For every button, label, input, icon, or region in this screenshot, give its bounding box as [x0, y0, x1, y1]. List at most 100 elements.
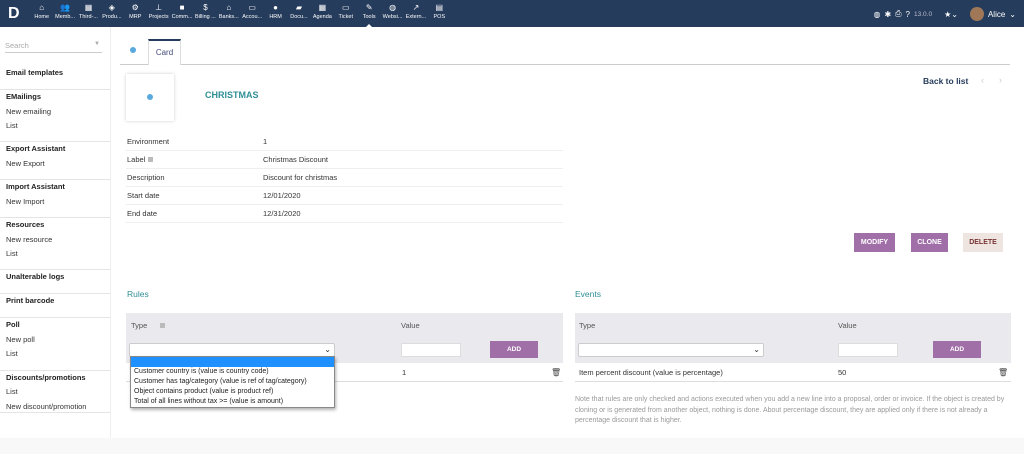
menu-item-label: Ticket — [338, 14, 353, 20]
field-label: Description — [127, 169, 165, 186]
tab-card[interactable]: Card — [148, 39, 181, 65]
trash-icon[interactable]: 🗑 — [998, 363, 1008, 382]
modify-button[interactable]: MODIFY — [854, 233, 895, 252]
next-icon[interactable]: › — [999, 75, 1002, 85]
sidebar-item-import-assistant[interactable]: Import Assistant — [6, 182, 65, 191]
event-value-input[interactable] — [838, 343, 898, 357]
main-menu: ⌂ Home 👥 Memb... ▦ Third-... ◈ Produ... ⚙ MRP ⊥ Pro… — [30, 0, 451, 27]
dropdown-option[interactable]: Object contains product (value is produc… — [131, 387, 334, 397]
caret-down-icon: ▼ — [94, 41, 100, 47]
menu-item-accou[interactable]: ▭ Accou... — [241, 0, 264, 27]
avatar[interactable] — [969, 7, 984, 21]
events-table: Type Value ⌄ ADD Item percent discount (… — [575, 313, 1011, 382]
sidebar-item-emailings[interactable]: EMailings — [6, 92, 41, 101]
sidebar-divider — [0, 269, 110, 270]
search-placeholder: Search — [5, 41, 29, 50]
rules-title: Rules — [127, 289, 149, 299]
menu-item-mrp[interactable]: ⚙ MRP — [124, 0, 147, 27]
sidebar-item-list[interactable]: List — [6, 349, 18, 358]
sidebar-item-new-emailing[interactable]: New emailing — [6, 107, 51, 116]
add-rule-button[interactable]: ADD — [490, 341, 538, 358]
rule-type-dropdown[interactable]: Customer country is (value is country co… — [130, 356, 335, 408]
menu-item-label: Third-... — [79, 14, 98, 20]
sidebar-item-new-import[interactable]: New Import — [6, 197, 44, 206]
rule-type-select[interactable]: ⌄ — [129, 343, 335, 357]
dropdown-option[interactable]: Total of all lines without tax >= (value… — [131, 397, 334, 407]
sidebar-item-new-resource[interactable]: New resource — [6, 235, 52, 244]
sidebar-divider — [0, 293, 110, 294]
menu-item-produ[interactable]: ◈ Produ... — [100, 0, 123, 27]
docu-icon: ▰ — [295, 3, 303, 12]
menu-item-ticket[interactable]: ▭ Ticket — [334, 0, 357, 27]
add-event-button[interactable]: ADD — [933, 341, 981, 358]
mrp-icon: ⚙ — [131, 3, 139, 12]
sidebar-item-new-export[interactable]: New Export — [6, 159, 45, 168]
menu-item-comm[interactable]: ■ Comm... — [170, 0, 193, 27]
menu-item-billing[interactable]: $ Billing ... — [194, 0, 217, 27]
agenda-icon: ▦ — [318, 3, 327, 12]
menu-item-banks[interactable]: ⌂ Banks... — [217, 0, 240, 27]
globe-icon[interactable]: ◍ — [873, 10, 880, 19]
app-logo[interactable]: D — [8, 5, 20, 23]
menu-item-pos[interactable]: ▤ POS — [428, 0, 451, 27]
sidebar-item-print-barcode[interactable]: Print barcode — [6, 296, 54, 305]
accou-icon: ▭ — [248, 3, 256, 12]
menu-item-websi[interactable]: ◍ Websi... — [381, 0, 404, 27]
sidebar-item-list[interactable]: List — [6, 249, 18, 258]
menu-item-memb[interactable]: 👥 Memb... — [53, 0, 76, 27]
previous-icon[interactable]: ‹ — [981, 75, 984, 85]
sidebar-item-resources[interactable]: Resources — [6, 220, 44, 229]
events-input-row: ⌄ ADD — [575, 337, 1011, 363]
dropdown-option[interactable]: Customer country is (value is country co… — [131, 367, 334, 377]
sidebar-item-email-templates[interactable]: Email templates — [6, 68, 63, 77]
sidebar-item-new-discount-promotion[interactable]: New discount/promotion — [6, 402, 86, 411]
chevron-down-icon[interactable]: ⌄ — [1009, 10, 1016, 19]
home-icon: ⌂ — [39, 3, 45, 12]
menu-item-projects[interactable]: ⊥ Projects — [147, 0, 170, 27]
memb-icon: 👥 — [60, 3, 71, 12]
trash-icon[interactable]: 🗑 — [551, 363, 561, 382]
field-row: End date 12/31/2020 — [126, 205, 563, 223]
dropdown-option[interactable]: Customer has tag/category (value is ref … — [131, 377, 334, 387]
menu-item-label: HRM — [269, 14, 282, 20]
third-icon: ▦ — [84, 3, 93, 12]
menu-item-label: Projects — [148, 14, 169, 20]
footer — [0, 438, 1024, 454]
help-icon[interactable]: ? — [906, 10, 910, 19]
hrm-icon: ● — [273, 3, 279, 12]
type-header: Type — [131, 321, 148, 330]
menu-item-home[interactable]: ⌂ Home — [30, 0, 53, 27]
sidebar-divider — [0, 89, 110, 90]
sidebar-item-list[interactable]: List — [6, 387, 18, 396]
rule-value-input[interactable] — [401, 343, 461, 357]
menu-item-hrm[interactable]: ● HRM — [264, 0, 287, 27]
menu-item-tools[interactable]: ✎ Tools — [357, 0, 380, 27]
search-input[interactable]: Search ▼ — [5, 41, 102, 53]
event-type-select[interactable]: ⌄ — [578, 343, 764, 357]
menu-item-label: MRP — [129, 14, 142, 20]
menu-item-extern[interactable]: ↗ Extern... — [404, 0, 427, 27]
menu-item-third[interactable]: ▦ Third-... — [77, 0, 100, 27]
sidebar-item-discounts-promotions[interactable]: Discounts/promotions — [6, 373, 86, 382]
user-name[interactable]: Alice — [988, 10, 1005, 19]
menu-item-docu[interactable]: ▰ Docu... — [287, 0, 310, 27]
print-icon[interactable]: ⎙ — [895, 9, 901, 19]
bug-icon[interactable]: ✱ — [884, 10, 891, 19]
sidebar-item-poll[interactable]: Poll — [6, 320, 20, 329]
field-row: Label Christmas Discount — [126, 151, 563, 169]
back-to-list-link[interactable]: Back to list — [923, 76, 968, 86]
sidebar-item-export-assistant[interactable]: Export Assistant — [6, 144, 65, 153]
sidebar-item-unalterable-logs[interactable]: Unalterable logs — [6, 272, 64, 281]
banks-icon: ⌂ — [226, 3, 232, 12]
chevron-down-icon: ⌄ — [753, 345, 760, 354]
sidebar-item-list[interactable]: List — [6, 121, 18, 130]
websi-icon: ◍ — [389, 3, 397, 12]
clone-button[interactable]: CLONE — [911, 233, 948, 252]
menu-item-label: Banks... — [218, 14, 239, 20]
delete-button[interactable]: DELETE — [963, 233, 1003, 252]
bookmark-star-icon[interactable]: ★⌄ — [944, 10, 958, 19]
dropdown-option[interactable] — [131, 357, 334, 367]
menu-item-label: POS — [433, 14, 446, 20]
sidebar-item-new-poll[interactable]: New poll — [6, 335, 35, 344]
menu-item-agenda[interactable]: ▦ Agenda — [311, 0, 334, 27]
